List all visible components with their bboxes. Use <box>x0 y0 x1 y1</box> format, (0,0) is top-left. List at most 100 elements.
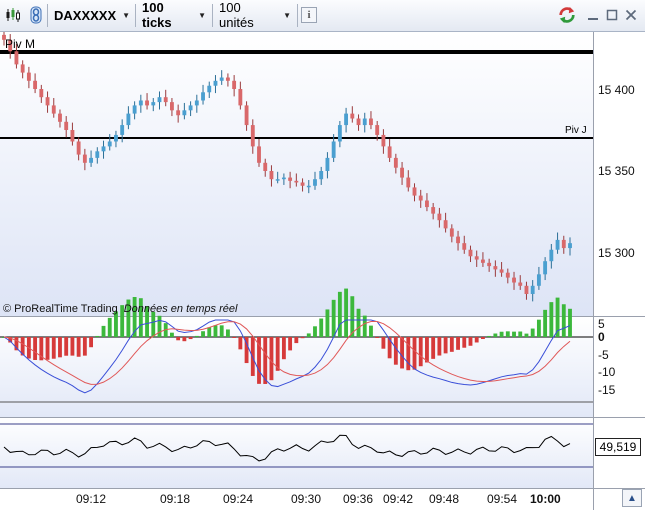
histogram-bar <box>325 309 330 337</box>
candle-body <box>281 177 286 180</box>
candlestick-icon[interactable] <box>3 4 23 26</box>
candle-body <box>219 77 224 81</box>
candle-body <box>182 110 187 116</box>
candle-body <box>549 249 554 262</box>
candle-body <box>350 113 355 119</box>
candle-body <box>76 141 81 155</box>
histogram-bar <box>536 319 541 337</box>
histogram-bar <box>524 333 529 337</box>
units-select[interactable]: 100 unités ▼ <box>214 0 296 30</box>
histogram-bar <box>449 337 454 352</box>
histogram-bar <box>306 333 311 337</box>
toolbar: DAXXXXX ▼ 100 ticks ▼ 100 unités ▼ i <box>0 0 645 32</box>
histogram-bar <box>194 335 199 337</box>
candle-body <box>474 256 479 260</box>
sync-icon[interactable] <box>558 6 576 24</box>
histogram-bar <box>107 317 112 337</box>
candle-body <box>561 239 566 249</box>
close-icon[interactable] <box>622 6 640 24</box>
candle-body <box>250 125 255 147</box>
histogram-bar <box>406 337 411 371</box>
histogram-bar <box>337 291 342 337</box>
histogram-bar <box>207 327 212 337</box>
candle-body <box>462 243 467 250</box>
histogram-bar <box>400 337 404 369</box>
minimize-icon[interactable] <box>584 6 602 24</box>
osc-tick: -15 <box>598 383 616 397</box>
candle-body <box>58 113 62 122</box>
candle-body <box>313 179 317 186</box>
time-tick: 09:12 <box>76 492 106 506</box>
candle-body <box>288 177 293 181</box>
instrument-select[interactable]: DAXXXXX ▼ <box>49 4 133 26</box>
candle-body <box>45 97 50 106</box>
candle-body <box>555 239 560 250</box>
histogram-bar <box>350 296 355 337</box>
candle-body <box>381 134 386 147</box>
candle-body <box>468 249 473 257</box>
histogram-bar <box>549 302 554 337</box>
candle-body <box>95 151 100 158</box>
histogram-bar <box>319 318 324 337</box>
histogram-bar <box>462 337 467 348</box>
candle-body <box>524 285 529 294</box>
histogram-bar <box>344 288 349 337</box>
candle-body <box>163 97 168 103</box>
candle-body <box>393 157 398 168</box>
histogram-bar <box>493 333 498 337</box>
candle-body <box>132 105 137 114</box>
chart-area[interactable]: 15 400 15 350 15 300 5 0 -5 -10 -15 09:1… <box>0 32 645 510</box>
histogram-bar <box>33 337 38 360</box>
candle-body <box>89 157 94 163</box>
histogram-bar <box>64 337 69 356</box>
candle-body <box>412 187 417 196</box>
candle-body <box>344 113 349 126</box>
histogram-bar <box>425 337 429 363</box>
histogram-bar <box>381 337 386 349</box>
candle-body <box>418 195 423 201</box>
candle-body <box>70 130 75 142</box>
candle-body <box>449 228 454 237</box>
histogram-bar <box>95 335 100 337</box>
histogram-bar <box>474 337 479 343</box>
info-button[interactable]: i <box>301 7 317 23</box>
time-tick: 09:18 <box>160 492 190 506</box>
scroll-up-button[interactable]: ▲ <box>622 489 642 507</box>
candle-body <box>325 157 330 171</box>
candle-body <box>425 200 429 208</box>
link-icon[interactable] <box>26 4 46 26</box>
histogram-bar <box>412 337 417 370</box>
candle-body <box>33 80 38 89</box>
histogram-bar <box>313 326 317 337</box>
price-tick: 15 350 <box>598 164 635 178</box>
candle-body <box>387 146 392 158</box>
candle-body <box>275 179 280 181</box>
ticks-label: 100 ticks <box>142 0 172 30</box>
histogram-bar <box>89 337 94 348</box>
candle-body <box>114 134 118 142</box>
histogram-bar <box>219 325 224 337</box>
arrow-up-icon: ▲ <box>627 492 637 504</box>
histogram-bar <box>369 325 373 337</box>
price-chart[interactable]: 15 400 15 350 15 300 5 0 -5 -10 -15 09:1… <box>0 32 645 510</box>
histogram-bar <box>170 332 174 337</box>
candle-body <box>26 72 31 81</box>
histogram-bar <box>281 337 286 360</box>
candle-body <box>505 272 510 278</box>
histogram-bar <box>543 309 548 337</box>
candle-body <box>536 274 541 286</box>
candle-body <box>543 261 548 275</box>
histogram-bar <box>518 331 523 337</box>
ticks-select[interactable]: 100 ticks ▼ <box>137 0 211 30</box>
histogram-bar <box>51 337 56 359</box>
credit-text: © ProRealTime Trading <box>3 303 118 315</box>
data-credit: © ProRealTime Trading Données en temps ré… <box>3 303 237 315</box>
candle-body <box>213 80 218 86</box>
instrument-label: DAXXXXX <box>54 7 117 23</box>
candle-body <box>294 180 299 183</box>
histogram-bar <box>375 337 380 338</box>
restore-icon[interactable] <box>603 6 621 24</box>
candle-body <box>487 262 492 267</box>
candle-body <box>238 89 243 106</box>
histogram-bar <box>362 315 367 337</box>
